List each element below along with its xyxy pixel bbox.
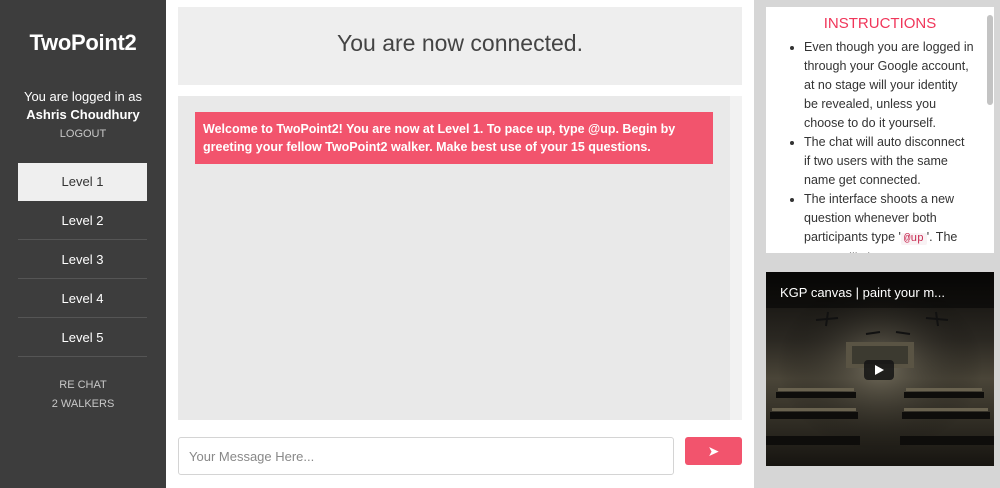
level-item-1[interactable]: Level 1 <box>18 163 147 201</box>
up-command-code: @up <box>900 233 927 245</box>
level-item-2[interactable]: Level 2 <box>18 201 147 240</box>
send-icon: ➤ <box>707 442 720 459</box>
instruction-item: The interface shoots a new question when… <box>804 190 974 253</box>
video-title[interactable]: KGP canvas | paint your m... <box>780 285 945 300</box>
play-button[interactable] <box>864 360 894 380</box>
welcome-message: Welcome to TwoPoint2! You are now at Lev… <box>195 112 713 164</box>
user-name: Ashris Choudhury <box>26 107 140 122</box>
send-button[interactable]: ➤ <box>685 437 742 465</box>
instructions-scrollbar[interactable] <box>987 15 993 105</box>
logged-in-label: You are logged in as <box>23 89 143 104</box>
level-item-4[interactable]: Level 4 <box>18 279 147 318</box>
chat-messages: Welcome to TwoPoint2! You are now at Lev… <box>178 96 742 420</box>
logout-link[interactable]: LOGOUT <box>0 128 166 140</box>
sidebar: TwoPoint2 You are logged in as Ashris Ch… <box>0 0 166 488</box>
right-panel: INSTRUCTIONS Even though you are logged … <box>754 0 1000 488</box>
level-item-3[interactable]: Level 3 <box>18 240 147 279</box>
instructions-title: INSTRUCTIONS <box>823 15 937 32</box>
brand-logo[interactable]: TwoPoint2 <box>0 30 166 56</box>
rechat-link[interactable]: RE CHAT <box>0 376 166 395</box>
chat-main: You are now connected. Welcome to TwoPoi… <box>166 0 754 488</box>
level-item-5[interactable]: Level 5 <box>18 318 147 357</box>
play-icon <box>874 365 884 375</box>
rechat-section: RE CHAT 2 WALKERS <box>0 376 166 414</box>
connection-status-box: You are now connected. <box>178 7 742 85</box>
chat-scrollbar[interactable] <box>730 96 742 420</box>
connection-status: You are now connected. <box>337 30 583 56</box>
instructions-list: Even though you are logged in through yo… <box>766 38 994 253</box>
walkers-count: 2 WALKERS <box>51 398 115 410</box>
video-embed[interactable]: KGP canvas | paint your m... <box>766 272 994 466</box>
instruction-item: Even though you are logged in through yo… <box>804 38 974 133</box>
level-list: Level 1 Level 2 Level 3 Level 4 Level 5 <box>18 163 147 357</box>
instruction-item: The chat will auto disconnect if two use… <box>804 133 974 190</box>
user-info: You are logged in as Ashris Choudhury <box>0 88 166 124</box>
instructions-panel: INSTRUCTIONS Even though you are logged … <box>766 7 994 253</box>
message-input[interactable] <box>178 437 674 475</box>
